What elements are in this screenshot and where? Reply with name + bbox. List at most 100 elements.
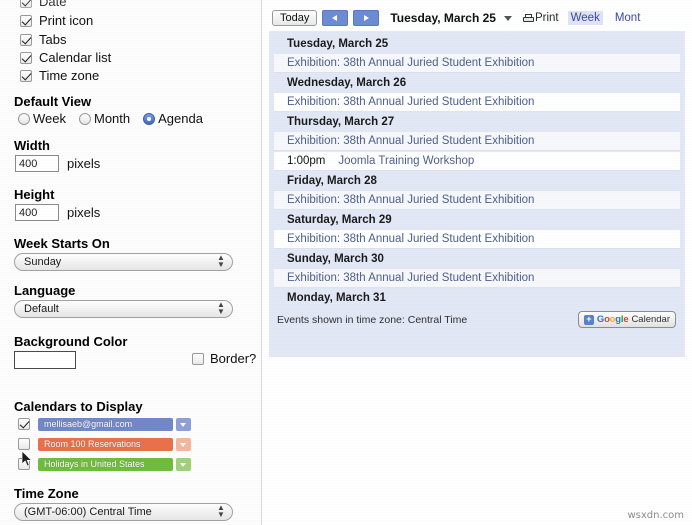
- stepper-arrows-icon: ▲ ▼: [217, 503, 225, 519]
- embed-settings-panel: Date Print icon Tabs Calendar list Time …: [0, 0, 262, 525]
- agenda-day-header: Wednesday, March 26: [287, 77, 407, 89]
- chevron-down-icon[interactable]: [176, 457, 191, 471]
- calendar-name-room-100[interactable]: Room 100 Reservations: [38, 437, 173, 451]
- radio-option-agenda[interactable]: Agenda: [143, 111, 203, 126]
- width-unit-label: pixels: [67, 156, 101, 171]
- chevron-down-icon[interactable]: [503, 15, 512, 21]
- radio-month[interactable]: [79, 112, 91, 125]
- tab-month[interactable]: Mont: [612, 11, 644, 25]
- option-row-print-icon[interactable]: Print icon: [20, 11, 93, 30]
- border-label: Border?: [210, 351, 257, 366]
- border-option-row[interactable]: Border?: [192, 351, 256, 366]
- option-row-tabs[interactable]: Tabs: [20, 30, 66, 49]
- previous-period-button[interactable]: [322, 10, 349, 26]
- agenda-day-header: Monday, March 31: [287, 292, 386, 304]
- chevron-down-icon[interactable]: [176, 437, 191, 451]
- checkbox-calendar-mellisaeb[interactable]: [18, 418, 30, 430]
- language-value: Default: [24, 303, 59, 315]
- calendar-list-item[interactable]: Room 100 Reservations: [18, 437, 191, 451]
- agenda-day-header: Sunday, March 30: [287, 253, 384, 265]
- agenda-footer: Events shown in time zone: Central Time …: [274, 307, 680, 328]
- width-field-row: pixels: [15, 155, 100, 172]
- plus-icon: +: [583, 314, 594, 325]
- section-title-height: Height: [14, 187, 55, 202]
- checkbox-print-icon[interactable]: [20, 14, 32, 27]
- watermark: wsxdn.com: [627, 510, 684, 521]
- radio-option-month[interactable]: Month: [79, 111, 130, 126]
- radio-option-week[interactable]: Week: [18, 111, 66, 126]
- stepper-arrows-icon: ▲ ▼: [217, 253, 225, 269]
- next-period-button[interactable]: [353, 10, 380, 26]
- section-title-background-color: Background Color: [14, 334, 128, 349]
- option-label-date: Date: [39, 0, 67, 9]
- radio-agenda[interactable]: [143, 112, 156, 125]
- checkbox-tabs[interactable]: [20, 33, 32, 46]
- calendar-range-title: Tuesday, March 25: [390, 11, 496, 25]
- height-unit-label: pixels: [67, 205, 101, 220]
- agenda-event[interactable]: Exhibition: 38th Annual Juried Student E…: [274, 53, 680, 73]
- background-color-swatch[interactable]: [14, 351, 76, 369]
- section-title-width: Width: [14, 138, 50, 153]
- agenda-event-title: Joomla Training Workshop: [338, 155, 475, 167]
- time-zone-value: (GMT-06:00) Central Time: [24, 506, 152, 518]
- option-row-time-zone[interactable]: Time zone: [20, 66, 99, 85]
- language-select[interactable]: Default ▲ ▼: [14, 300, 233, 318]
- checkbox-calendar-room-100[interactable]: [18, 438, 30, 450]
- option-row-date[interactable]: Date: [20, 0, 66, 11]
- calendar-list-item[interactable]: Holidays in United States: [18, 457, 191, 471]
- agenda-day-header: Saturday, March 29: [287, 214, 392, 226]
- agenda-day-header: Thursday, March 27: [287, 116, 395, 128]
- agenda-event[interactable]: Exhibition: 38th Annual Juried Student E…: [274, 268, 680, 288]
- time-zone-select[interactable]: (GMT-06:00) Central Time ▲ ▼: [14, 503, 233, 521]
- radio-week[interactable]: [18, 112, 30, 125]
- tab-week[interactable]: Week: [567, 11, 603, 25]
- checkbox-calendar-list[interactable]: [20, 51, 32, 64]
- agenda-event-time: 1:00pm: [287, 155, 326, 167]
- timezone-note: Events shown in time zone: Central Time: [277, 313, 468, 326]
- mouse-cursor-icon: [22, 451, 33, 467]
- google-calendar-embed-preview: Today Tuesday, March 25 Print Week Mont …: [269, 5, 685, 357]
- chevron-down-icon[interactable]: [176, 417, 191, 431]
- option-row-calendar-list[interactable]: Calendar list: [20, 48, 111, 67]
- print-button[interactable]: Print: [522, 12, 559, 24]
- radio-label-month: Month: [94, 111, 131, 126]
- section-title-language: Language: [14, 283, 76, 298]
- agenda-event-timed[interactable]: 1:00pm Joomla Training Workshop: [274, 151, 680, 171]
- google-calendar-button[interactable]: + Google Calendar: [577, 311, 676, 328]
- calendar-name-holidays[interactable]: Holidays in United States: [38, 457, 173, 471]
- calendar-name-mellisaeb[interactable]: mellisaeb@gmail.com: [38, 417, 173, 431]
- background-color-swatch-row: Border?: [14, 351, 256, 371]
- checkbox-time-zone[interactable]: [20, 69, 32, 82]
- week-starts-on-select[interactable]: Sunday ▲ ▼: [14, 253, 233, 271]
- checkbox-border[interactable]: [192, 352, 204, 365]
- week-starts-on-value: Sunday: [24, 256, 62, 268]
- agenda-event[interactable]: Exhibition: 38th Annual Juried Student E…: [274, 92, 680, 112]
- radio-label-week: Week: [33, 111, 66, 126]
- checkbox-date[interactable]: [20, 0, 32, 8]
- agenda-event[interactable]: Exhibition: 38th Annual Juried Student E…: [274, 229, 680, 249]
- option-label-calendar-list: Calendar list: [39, 50, 112, 65]
- google-calendar-label: Calendar: [631, 314, 670, 325]
- section-title-default-view: Default View: [14, 94, 92, 109]
- agenda-day-header: Friday, March 28: [287, 175, 377, 187]
- agenda-day-header: Tuesday, March 25: [287, 38, 389, 50]
- agenda-event[interactable]: Exhibition: 38th Annual Juried Student E…: [274, 131, 680, 151]
- calendar-toolbar: Today Tuesday, March 25 Print Week Mont: [269, 5, 685, 31]
- today-button[interactable]: Today: [272, 10, 318, 26]
- option-label-print-icon: Print icon: [39, 13, 94, 28]
- section-title-calendars-to-display: Calendars to Display: [14, 399, 143, 414]
- height-field-row: pixels: [15, 204, 100, 221]
- calendars-to-display-list: mellisaeb@gmail.com Room 100 Reservation…: [18, 417, 191, 477]
- calendar-list-item[interactable]: mellisaeb@gmail.com: [18, 417, 191, 431]
- width-input[interactable]: [15, 155, 59, 172]
- agenda-event[interactable]: Exhibition: 38th Annual Juried Student E…: [274, 190, 680, 210]
- agenda-list: Tuesday, March 25 Exhibition: 38th Annua…: [269, 31, 685, 357]
- google-wordmark: Google: [596, 314, 629, 325]
- option-label-time-zone: Time zone: [39, 68, 100, 83]
- stepper-arrows-icon: ▲ ▼: [217, 300, 225, 316]
- print-label: Print: [534, 12, 559, 24]
- print-icon: [522, 13, 534, 23]
- height-input[interactable]: [15, 204, 59, 221]
- section-title-time-zone: Time Zone: [14, 486, 79, 501]
- radio-label-agenda: Agenda: [158, 111, 203, 126]
